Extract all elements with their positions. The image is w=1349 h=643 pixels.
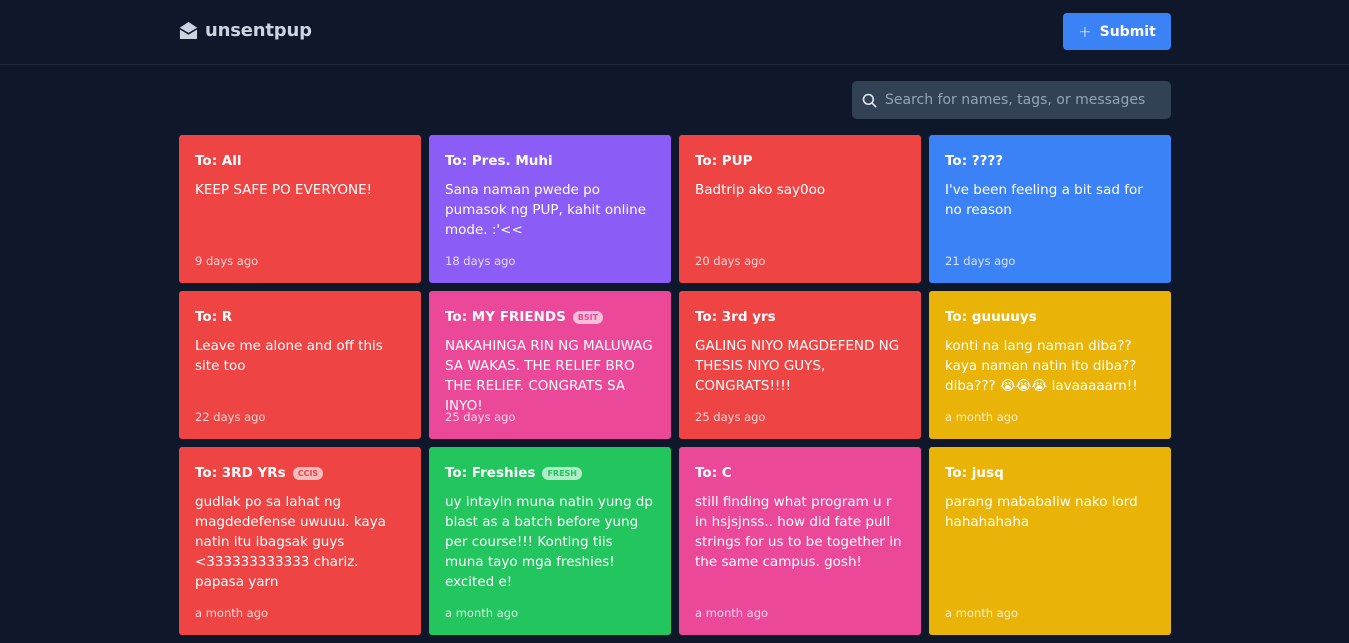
message-card[interactable]: To: ???? I've been feeling a bit sad for… bbox=[929, 135, 1171, 283]
message-grid: To: All KEEP SAFE PO EVERYONE! 9 days ag… bbox=[179, 135, 1171, 635]
search-bar bbox=[852, 81, 1171, 119]
card-timestamp: 20 days ago bbox=[695, 254, 766, 268]
card-message: GALING NIYO MAGDEFEND NG THESIS NIYO GUY… bbox=[695, 338, 900, 394]
recipient-label: To: 3RD YRs bbox=[195, 465, 286, 481]
card-timestamp: a month ago bbox=[695, 606, 769, 620]
message-card[interactable]: To: C still finding what program u r in … bbox=[679, 447, 921, 635]
card-timestamp: a month ago bbox=[445, 606, 519, 620]
card-recipient: To: C bbox=[695, 464, 905, 482]
card-message: parang mababaliw nako lord hahahahaha bbox=[945, 494, 1138, 530]
message-card[interactable]: To: PUP Badtrip ako say0oo 20 days ago bbox=[679, 135, 921, 283]
card-recipient: To: All bbox=[195, 152, 405, 170]
card-timestamp: a month ago bbox=[195, 606, 269, 620]
plus-icon: + bbox=[1078, 21, 1092, 41]
card-recipient: To: R bbox=[195, 308, 405, 326]
recipient-label: To: Pres. Muhi bbox=[445, 153, 553, 169]
card-message: gudlak po sa lahat ng magdedefense uwuuu… bbox=[195, 494, 386, 590]
message-card[interactable]: To: 3rd yrs GALING NIYO MAGDEFEND NG THE… bbox=[679, 291, 921, 439]
recipient-label: To: C bbox=[695, 465, 732, 481]
submit-button[interactable]: + Submit bbox=[1063, 13, 1171, 50]
message-card[interactable]: To: jusq parang mababaliw nako lord haha… bbox=[929, 447, 1171, 635]
card-recipient: To: PUP bbox=[695, 152, 905, 170]
card-timestamp: 25 days ago bbox=[695, 410, 766, 424]
search-icon bbox=[862, 93, 877, 107]
card-recipient: To: ???? bbox=[945, 152, 1155, 170]
card-recipient: To: 3rd yrs bbox=[695, 308, 905, 326]
card-message: konti na lang naman diba?? kaya naman na… bbox=[945, 338, 1138, 394]
card-recipient: To: jusq bbox=[945, 464, 1155, 482]
course-tag-badge: BSIT bbox=[572, 310, 604, 324]
recipient-label: To: Freshies bbox=[445, 465, 536, 481]
search-input[interactable] bbox=[885, 92, 1165, 108]
recipient-label: To: R bbox=[195, 309, 233, 325]
card-message: Sana naman pwede po pumasok ng PUP, kahi… bbox=[445, 182, 647, 238]
brand-name: unsentpup bbox=[205, 20, 312, 41]
card-message: still finding what program u r in hsjsjn… bbox=[695, 494, 902, 570]
message-card[interactable]: To: MY FRIENDS BSIT NAKAHINGA RIN NG MALU… bbox=[429, 291, 671, 439]
card-message: KEEP SAFE PO EVERYONE! bbox=[195, 182, 373, 198]
recipient-label: To: guuuuys bbox=[945, 309, 1037, 325]
card-timestamp: 21 days ago bbox=[945, 254, 1016, 268]
card-message: Badtrip ako say0oo bbox=[695, 182, 826, 198]
recipient-label: To: ???? bbox=[945, 153, 1004, 169]
recipient-label: To: PUP bbox=[695, 153, 753, 169]
card-recipient: To: MY FRIENDS BSIT bbox=[445, 308, 655, 326]
recipient-label: To: 3rd yrs bbox=[695, 309, 776, 325]
submit-label: Submit bbox=[1099, 23, 1156, 40]
recipient-label: To: All bbox=[195, 153, 242, 169]
message-card[interactable]: To: All KEEP SAFE PO EVERYONE! 9 days ag… bbox=[179, 135, 421, 283]
message-card[interactable]: To: Pres. Muhi Sana naman pwede po pumas… bbox=[429, 135, 671, 283]
course-tag-badge: FRESH bbox=[542, 466, 582, 480]
card-recipient: To: Pres. Muhi bbox=[445, 152, 655, 170]
envelope-open-icon bbox=[179, 21, 198, 40]
message-card[interactable]: To: R Leave me alone and off this site t… bbox=[179, 291, 421, 439]
message-card[interactable]: To: guuuuys konti na lang naman diba?? k… bbox=[929, 291, 1171, 439]
card-message: I've been feeling a bit sad for no reaso… bbox=[945, 182, 1143, 218]
card-message: NAKAHINGA RIN NG MALUWAG SA WAKAS. THE R… bbox=[445, 338, 653, 414]
message-card[interactable]: To: 3RD YRs CCIS gudlak po sa lahat ng ma… bbox=[179, 447, 421, 635]
card-recipient: To: Freshies FRESH bbox=[445, 464, 655, 482]
top-nav: unsentpup + Submit bbox=[0, 0, 1349, 65]
message-card[interactable]: To: Freshies FRESH uy intayin muna natin … bbox=[429, 447, 671, 635]
course-tag-badge: CCIS bbox=[292, 466, 324, 480]
card-timestamp: 9 days ago bbox=[195, 254, 259, 268]
card-message: uy intayin muna natin yung dp blast as a… bbox=[445, 494, 653, 590]
recipient-label: To: MY FRIENDS bbox=[445, 309, 566, 325]
card-timestamp: 18 days ago bbox=[445, 254, 516, 268]
card-recipient: To: guuuuys bbox=[945, 308, 1155, 326]
card-timestamp: a month ago bbox=[945, 606, 1019, 620]
brand-logo-link[interactable]: unsentpup bbox=[179, 20, 312, 41]
card-recipient: To: 3RD YRs CCIS bbox=[195, 464, 405, 482]
card-timestamp: a month ago bbox=[945, 410, 1019, 424]
card-message: Leave me alone and off this site too bbox=[195, 338, 383, 374]
card-timestamp: 25 days ago bbox=[445, 410, 516, 424]
card-timestamp: 22 days ago bbox=[195, 410, 266, 424]
recipient-label: To: jusq bbox=[945, 465, 1004, 481]
